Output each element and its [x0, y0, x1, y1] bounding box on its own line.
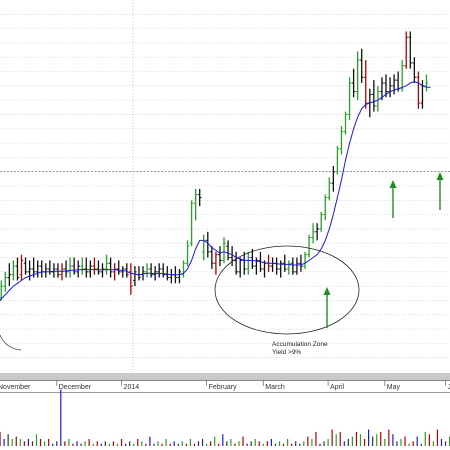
annotation-line-2: Yield >9%: [272, 349, 301, 356]
x-tick-label: April: [330, 384, 344, 391]
x-tick-label: November: [0, 384, 31, 391]
axis-scrollbar-strip[interactable]: [0, 373, 450, 380]
annotation-line-1: Accumulation Zone: [272, 341, 328, 348]
stock-chart: November December 2014 February March April Ma…: [0, 0, 450, 450]
axis-separator: [0, 380, 450, 381]
x-tick-label: 2014: [124, 384, 140, 391]
volume-panel-top-border: [0, 392, 450, 393]
x-tick-label: February: [209, 384, 238, 391]
x-tick-label: March: [265, 384, 285, 391]
x-tick-label: December: [59, 384, 92, 391]
chart-background: [0, 0, 450, 450]
x-tick-label: May: [387, 384, 401, 391]
